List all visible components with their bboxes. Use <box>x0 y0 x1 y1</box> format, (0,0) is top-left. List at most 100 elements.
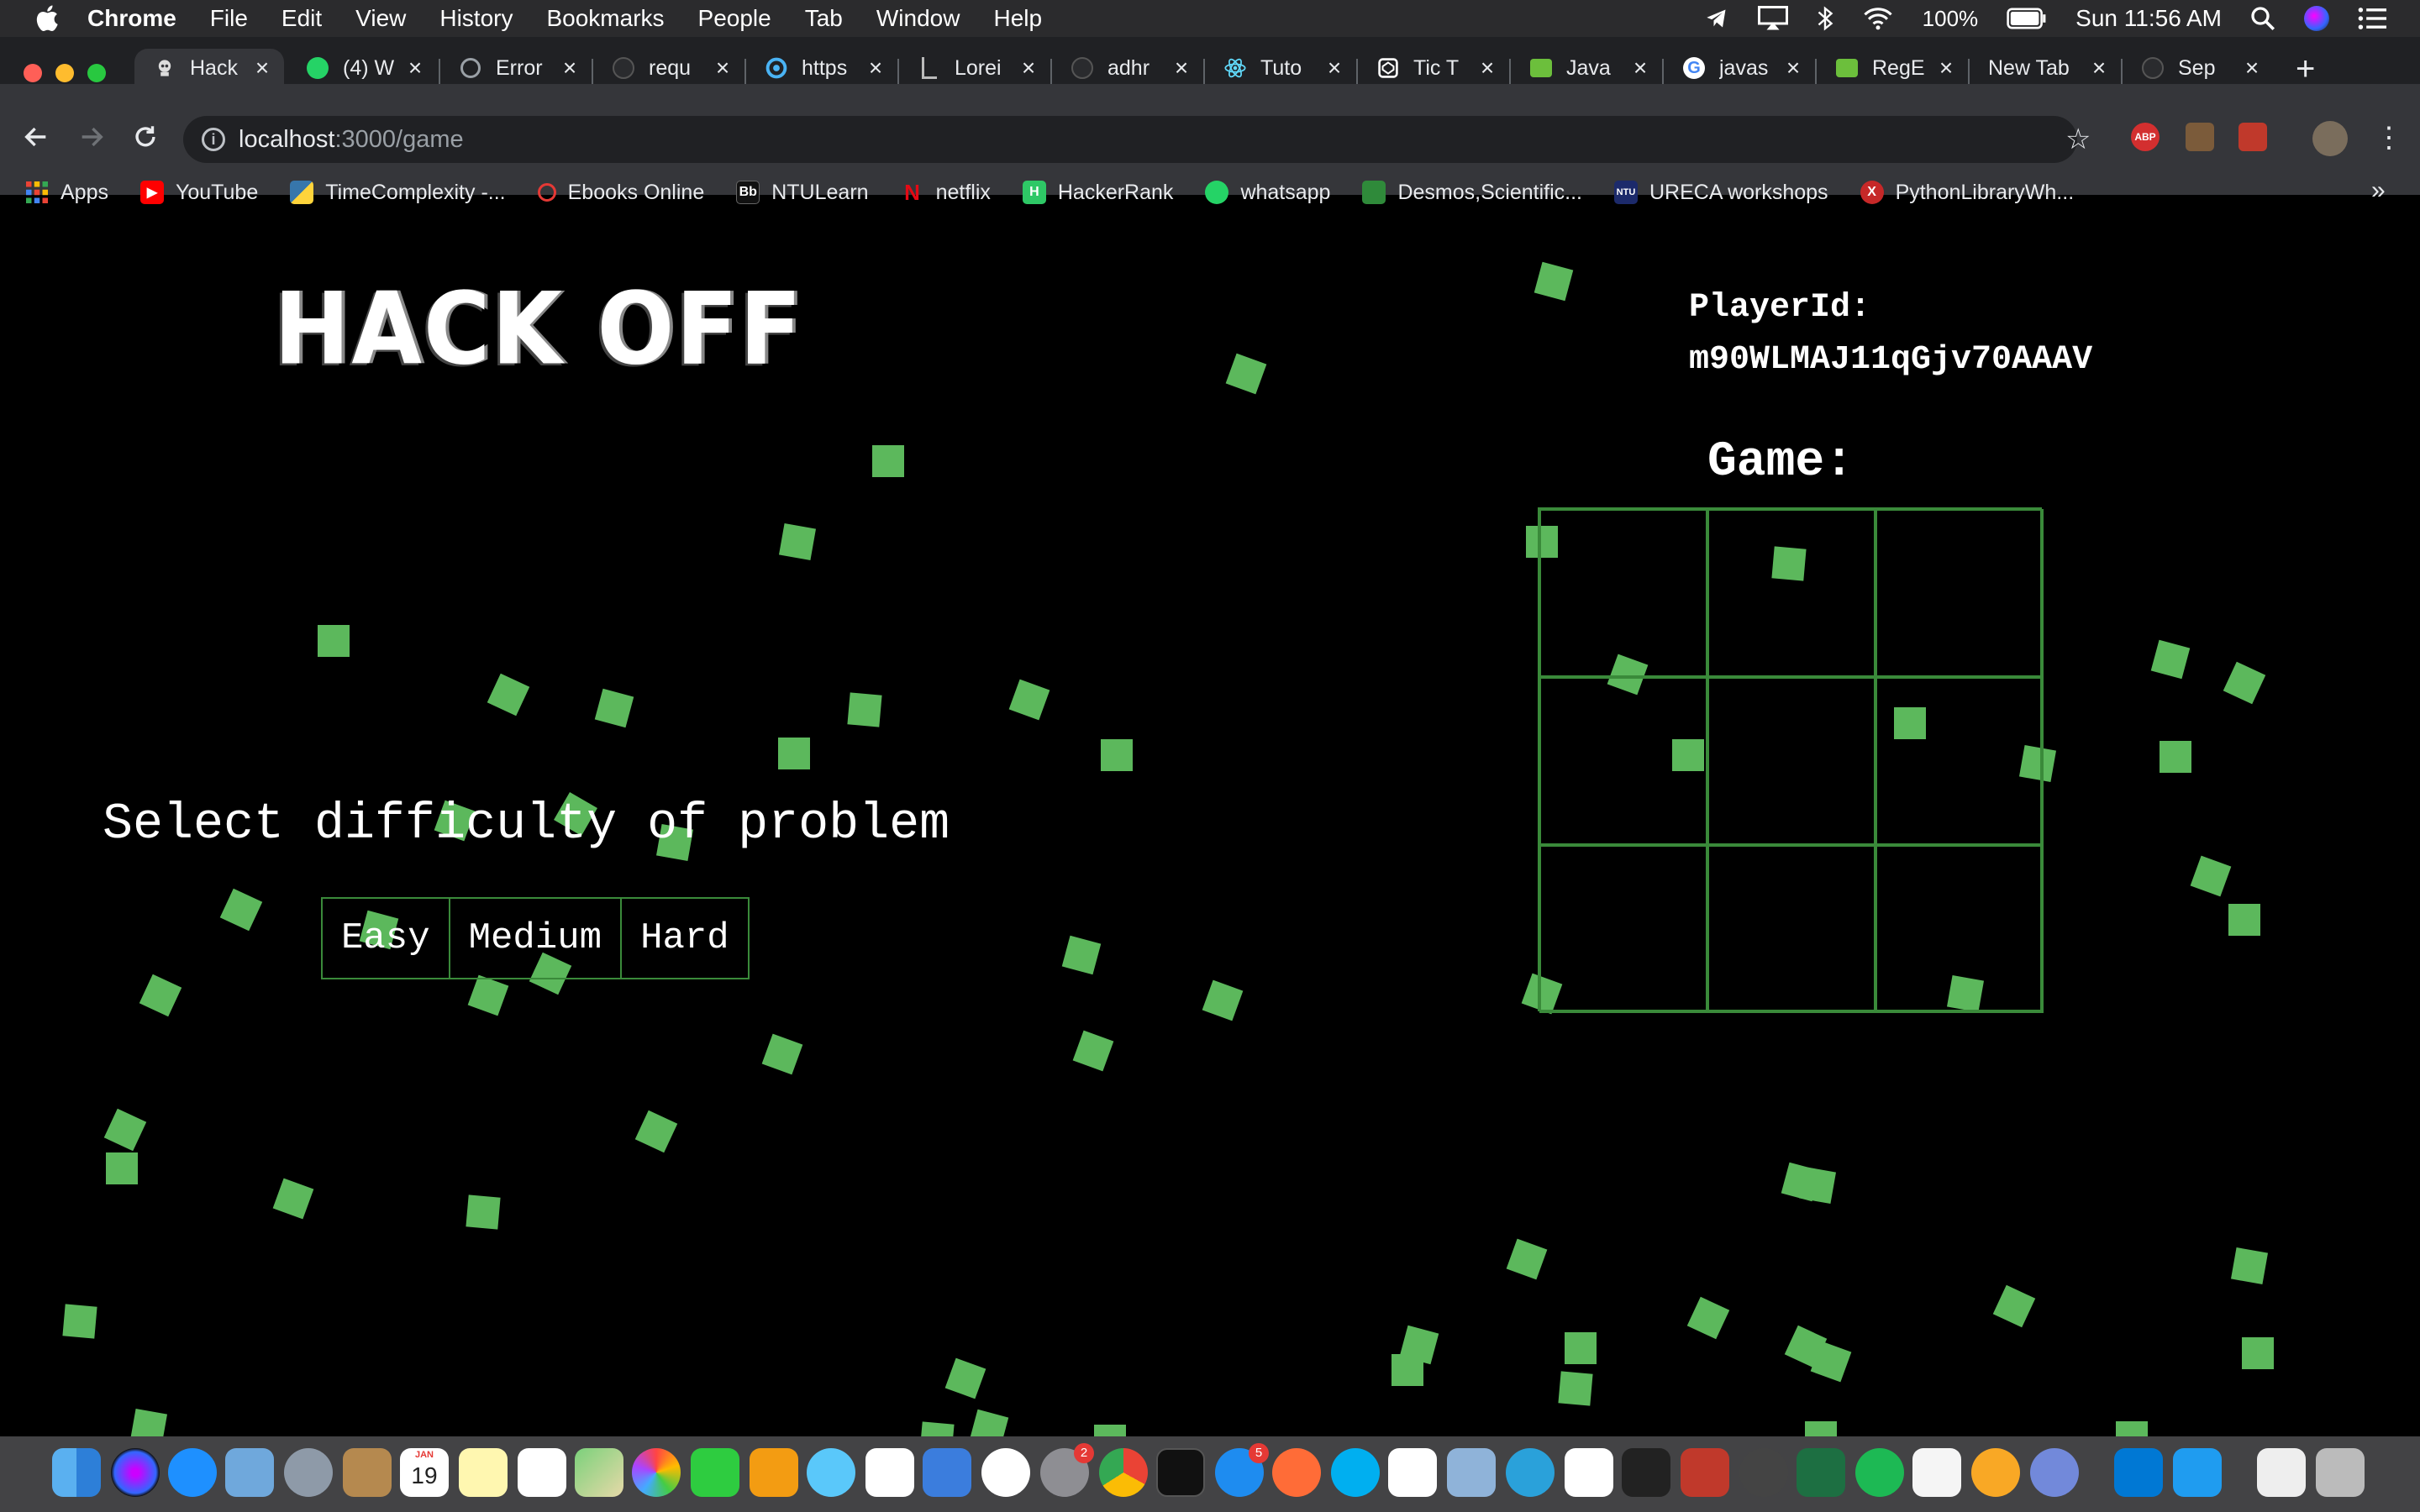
bookmark-desmos[interactable]: Desmos,Scientific... <box>1362 181 1582 205</box>
board-cell[interactable] <box>1539 677 1707 845</box>
bookmarks-overflow-icon[interactable]: » <box>2371 176 2386 205</box>
vscode-insiders-icon[interactable] <box>2173 1448 2222 1497</box>
tab-whatsapp[interactable]: (4) W × <box>287 49 437 87</box>
board-cell[interactable] <box>1707 677 1876 845</box>
tab-regex[interactable]: RegE × <box>1817 49 1968 87</box>
spotify-icon[interactable] <box>1855 1448 1904 1497</box>
tab-hack-off[interactable]: Hack × <box>134 49 284 87</box>
vscode-icon[interactable] <box>2114 1448 2163 1497</box>
clock[interactable]: Sun 11:56 AM <box>2075 5 2222 32</box>
bookmark-pythonlibrary[interactable]: X PythonLibraryWh... <box>1860 181 2074 205</box>
tab-close-icon[interactable]: × <box>2089 55 2109 81</box>
system-preferences-icon[interactable]: 2 <box>1040 1443 1094 1497</box>
tab-error[interactable]: Error × <box>440 49 592 87</box>
telegram-status-icon[interactable] <box>1704 7 1729 30</box>
site-info-icon[interactable]: i <box>202 128 225 151</box>
preview-icon[interactable] <box>1447 1448 1496 1497</box>
menu-help[interactable]: Help <box>993 5 1042 32</box>
tab-https[interactable]: https × <box>746 49 897 87</box>
forward-button[interactable] <box>77 123 106 158</box>
itunes-icon[interactable] <box>981 1448 1030 1497</box>
facetime-icon[interactable] <box>691 1448 739 1497</box>
textedit-icon[interactable] <box>1912 1448 1961 1497</box>
chrome-dock-icon[interactable] <box>1099 1448 1148 1497</box>
notes-folder-icon[interactable] <box>343 1448 392 1497</box>
safari-icon[interactable] <box>168 1448 217 1497</box>
slack-icon[interactable] <box>1388 1448 1437 1497</box>
reload-button[interactable] <box>131 123 160 158</box>
tab-close-icon[interactable]: × <box>1477 55 1497 81</box>
easy-button[interactable]: Easy <box>323 899 450 978</box>
board-cell[interactable] <box>1876 845 2044 1013</box>
tab-close-icon[interactable]: × <box>2242 55 2262 81</box>
notification-center-icon[interactable] <box>2358 7 2386 30</box>
documents-stack-icon[interactable] <box>2257 1448 2306 1497</box>
bookmark-star-icon[interactable]: ☆ <box>2065 123 2091 156</box>
wifi-icon[interactable] <box>1862 7 1894 30</box>
back-button[interactable] <box>22 123 50 158</box>
new-tab-button[interactable]: + <box>2296 52 2315 86</box>
hard-button[interactable]: Hard <box>622 899 748 978</box>
airplay-icon[interactable] <box>1757 6 1788 31</box>
bookmark-timecomplexity[interactable]: TimeComplexity -... <box>290 181 506 205</box>
spotlight-search-icon[interactable] <box>2250 6 2275 31</box>
tab-close-icon[interactable]: × <box>1783 55 1803 81</box>
siri-dock-icon[interactable] <box>111 1448 160 1497</box>
address-bar[interactable] <box>183 116 2077 163</box>
numbers-icon[interactable] <box>865 1448 914 1497</box>
menu-tab[interactable]: Tab <box>805 5 843 32</box>
bookmark-youtube[interactable]: ▶ YouTube <box>139 181 258 205</box>
messages-icon[interactable] <box>807 1448 855 1497</box>
tab-close-icon[interactable]: × <box>713 55 733 81</box>
menu-app-name[interactable]: Chrome <box>87 5 176 32</box>
bookmark-ebooks-online[interactable]: Ebooks Online <box>537 181 704 205</box>
menu-people[interactable]: People <box>698 5 771 32</box>
board-cell[interactable] <box>1707 845 1876 1013</box>
tab-close-icon[interactable]: × <box>560 55 580 81</box>
url-text[interactable]: localhost:3000/game <box>239 126 464 154</box>
telegram-dock-icon[interactable] <box>1506 1448 1555 1497</box>
blender-app-icon[interactable] <box>1739 1448 1788 1497</box>
bookmark-hackerrank[interactable]: H HackerRank <box>1022 181 1173 205</box>
menu-bookmarks[interactable]: Bookmarks <box>546 5 664 32</box>
terminal-icon[interactable] <box>1156 1448 1205 1497</box>
photo-booth-icon[interactable] <box>1681 1448 1729 1497</box>
board-cell[interactable] <box>1707 509 1876 677</box>
unity-hub-icon[interactable] <box>1565 1448 1613 1497</box>
mail-icon[interactable] <box>225 1448 274 1497</box>
medium-button[interactable]: Medium <box>450 899 623 978</box>
tab-close-icon[interactable]: × <box>1630 55 1650 81</box>
tab-close-icon[interactable]: × <box>252 55 272 81</box>
window-zoom-button[interactable] <box>87 64 106 82</box>
finder-icon[interactable] <box>52 1448 101 1497</box>
tab-java[interactable]: Java × <box>1511 49 1662 87</box>
window-close-button[interactable] <box>24 64 42 82</box>
tab-close-icon[interactable]: × <box>1324 55 1344 81</box>
tab-lorem[interactable]: Lorei × <box>899 49 1050 87</box>
board-cell[interactable] <box>1876 677 2044 845</box>
bookmark-ntulearn[interactable]: Bb NTULearn <box>736 181 869 205</box>
bookmark-apps[interactable]: Apps <box>25 181 108 205</box>
menu-window[interactable]: Window <box>876 5 960 32</box>
tab-close-icon[interactable]: × <box>1171 55 1192 81</box>
board-cell[interactable] <box>1876 509 2044 677</box>
tab-close-icon[interactable]: × <box>1936 55 1956 81</box>
chrome-menu-icon[interactable]: ⋮ <box>2375 121 2403 155</box>
sublime-icon[interactable] <box>1971 1448 2020 1497</box>
bookmark-netflix[interactable]: N netflix <box>901 180 991 205</box>
app-store-icon[interactable]: 5 <box>1215 1443 1269 1497</box>
menu-view[interactable]: View <box>355 5 406 32</box>
tab-sep[interactable]: Sep × <box>2123 49 2274 87</box>
apple-icon[interactable] <box>34 3 64 34</box>
battery-icon[interactable] <box>2007 8 2047 29</box>
maps-icon[interactable] <box>575 1448 623 1497</box>
reminders-icon[interactable] <box>518 1448 566 1497</box>
calendar-icon[interactable]: JAN 19 <box>400 1448 449 1497</box>
board-cell[interactable] <box>1539 509 1707 677</box>
excel-icon[interactable] <box>1797 1448 1845 1497</box>
tab-close-icon[interactable]: × <box>1018 55 1039 81</box>
extension-red-icon[interactable] <box>2238 123 2267 151</box>
minecraft-extension-icon[interactable] <box>2186 123 2214 151</box>
bookmark-ureca-workshops[interactable]: NTU URECA workshops <box>1613 181 1828 205</box>
profile-avatar[interactable] <box>2312 121 2348 156</box>
